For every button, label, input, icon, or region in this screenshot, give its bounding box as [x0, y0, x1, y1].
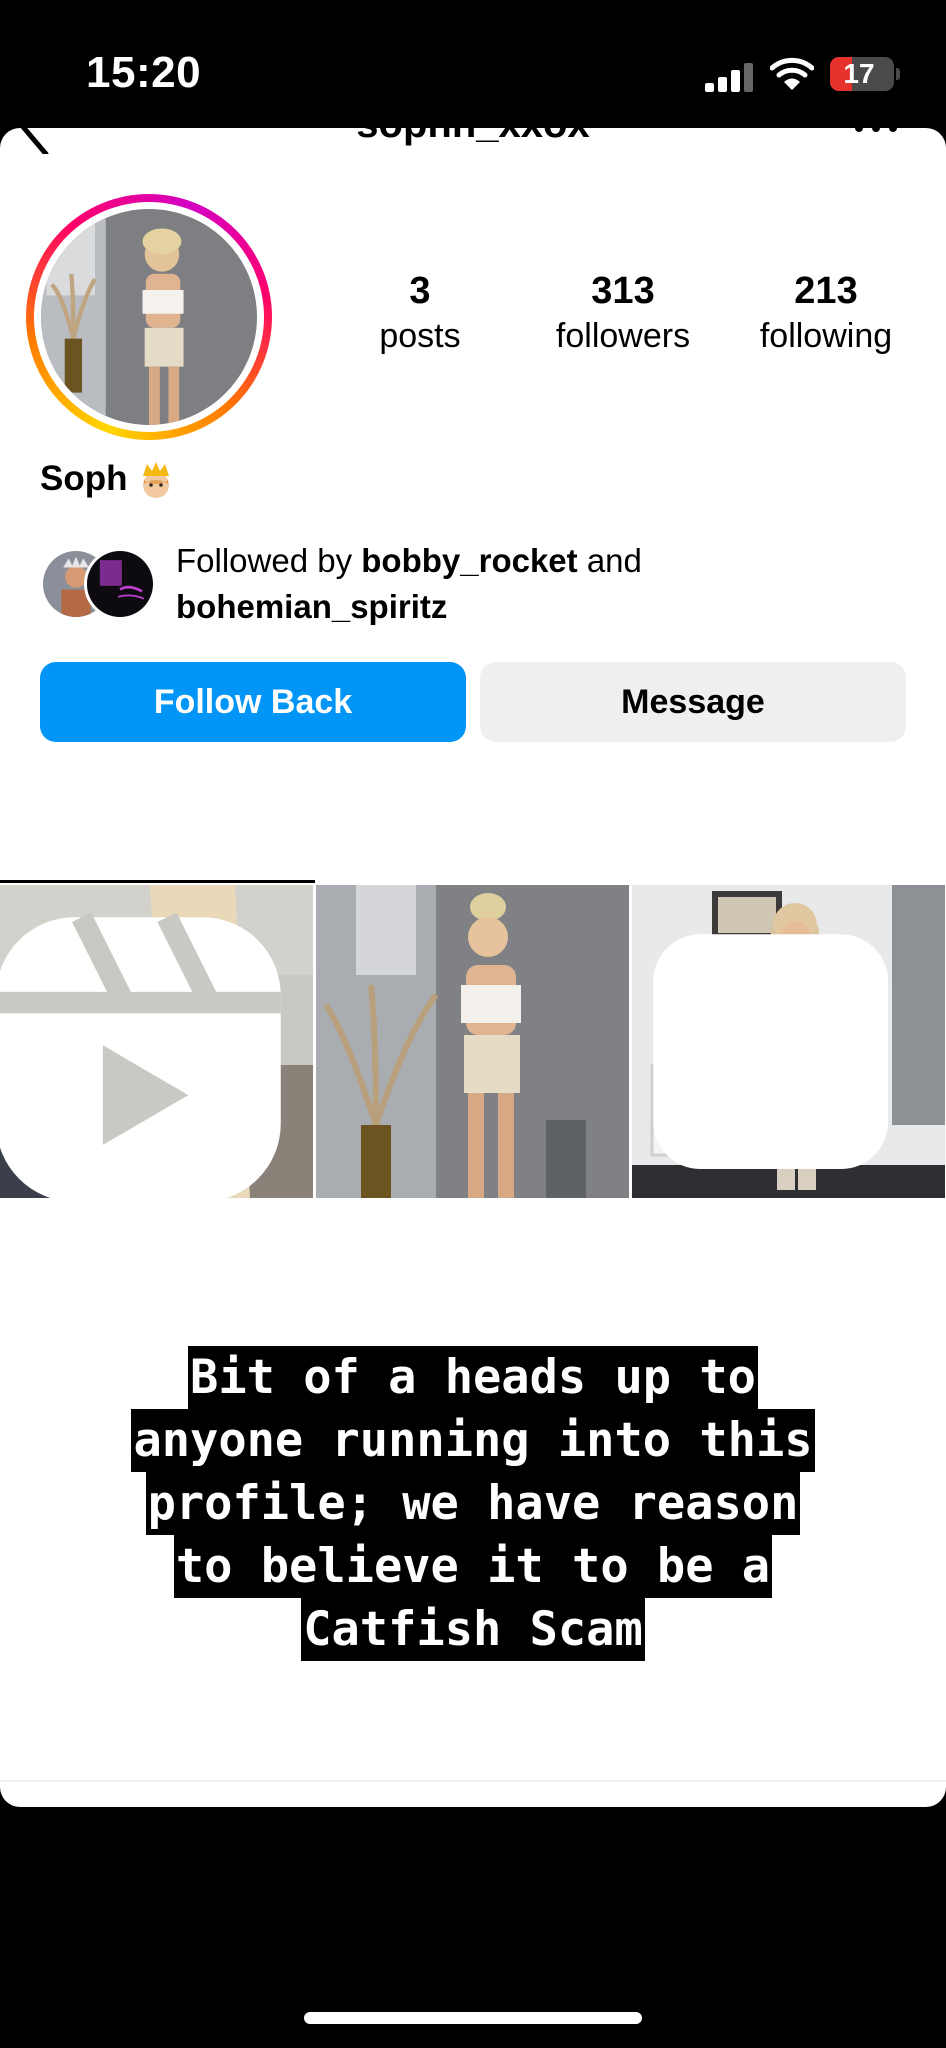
display-name: Soph	[40, 458, 177, 500]
carousel-icon	[653, 934, 889, 1170]
post-thumbnail[interactable]	[316, 885, 629, 1198]
followed-by-text[interactable]: Followed by bobby_rocket and bohemian_sp…	[176, 538, 642, 630]
post-thumbnail[interactable]	[0, 885, 313, 1198]
followed-by-prefix: Followed by	[176, 542, 353, 579]
signal-icon	[705, 62, 755, 92]
status-bar: 15:20 17	[0, 0, 946, 130]
warning-line: Bit of a heads up to	[188, 1346, 758, 1409]
posts-label: posts	[379, 317, 461, 355]
followed-by-user1[interactable]: bobby_rocket	[361, 542, 577, 579]
followers-label: followers	[555, 317, 691, 355]
avatar-photo	[41, 209, 257, 425]
status-time: 15:20	[86, 48, 202, 97]
warning-line: Catfish Scam	[301, 1598, 645, 1661]
stat-followers[interactable]: 313 followers	[543, 268, 703, 358]
warning-line: to believe it to be a	[173, 1535, 773, 1598]
followers-count: 313	[591, 270, 655, 312]
profile-username: sophh_xxox	[0, 128, 946, 147]
battery-icon: 17	[830, 57, 900, 91]
avatar[interactable]	[34, 202, 264, 432]
more-options-icon[interactable]	[855, 128, 899, 138]
wifi-icon	[770, 57, 814, 90]
post-thumbnail[interactable]	[632, 885, 945, 1198]
followed-by-connector: and	[586, 542, 642, 579]
post-image	[316, 885, 629, 1198]
home-indicator[interactable]	[304, 2012, 642, 2024]
crown-icon	[143, 462, 170, 498]
message-button[interactable]: Message	[480, 662, 906, 742]
followed-by-user2[interactable]: bohemian_spiritz	[176, 588, 447, 625]
follow-back-button[interactable]: Follow Back	[40, 662, 466, 742]
display-name-text: Soph	[40, 459, 128, 498]
reels-icon	[0, 912, 281, 1198]
stat-following[interactable]: 213 following	[746, 268, 906, 358]
warning-line: profile; we have reason	[145, 1472, 801, 1535]
divider	[0, 1780, 946, 1782]
active-tab-indicator	[0, 880, 315, 883]
following-label: following	[759, 317, 893, 355]
following-count: 213	[794, 270, 858, 312]
posts-count: 3	[409, 270, 431, 312]
story-ring[interactable]	[26, 194, 272, 440]
warning-line: anyone running into this	[131, 1409, 815, 1472]
profile-header: sophh_xxox	[0, 128, 946, 154]
posts-grid	[0, 885, 946, 1198]
stat-posts[interactable]: 3 posts	[370, 268, 470, 358]
warning-message: Bit of a heads up to anyone running into…	[0, 1346, 946, 1661]
follower-avatar	[84, 548, 156, 620]
battery-level: 17	[843, 58, 875, 89]
profile-sheet: sophh_xxox 3 posts	[0, 128, 946, 1807]
followed-by-avatars[interactable]	[40, 548, 160, 622]
